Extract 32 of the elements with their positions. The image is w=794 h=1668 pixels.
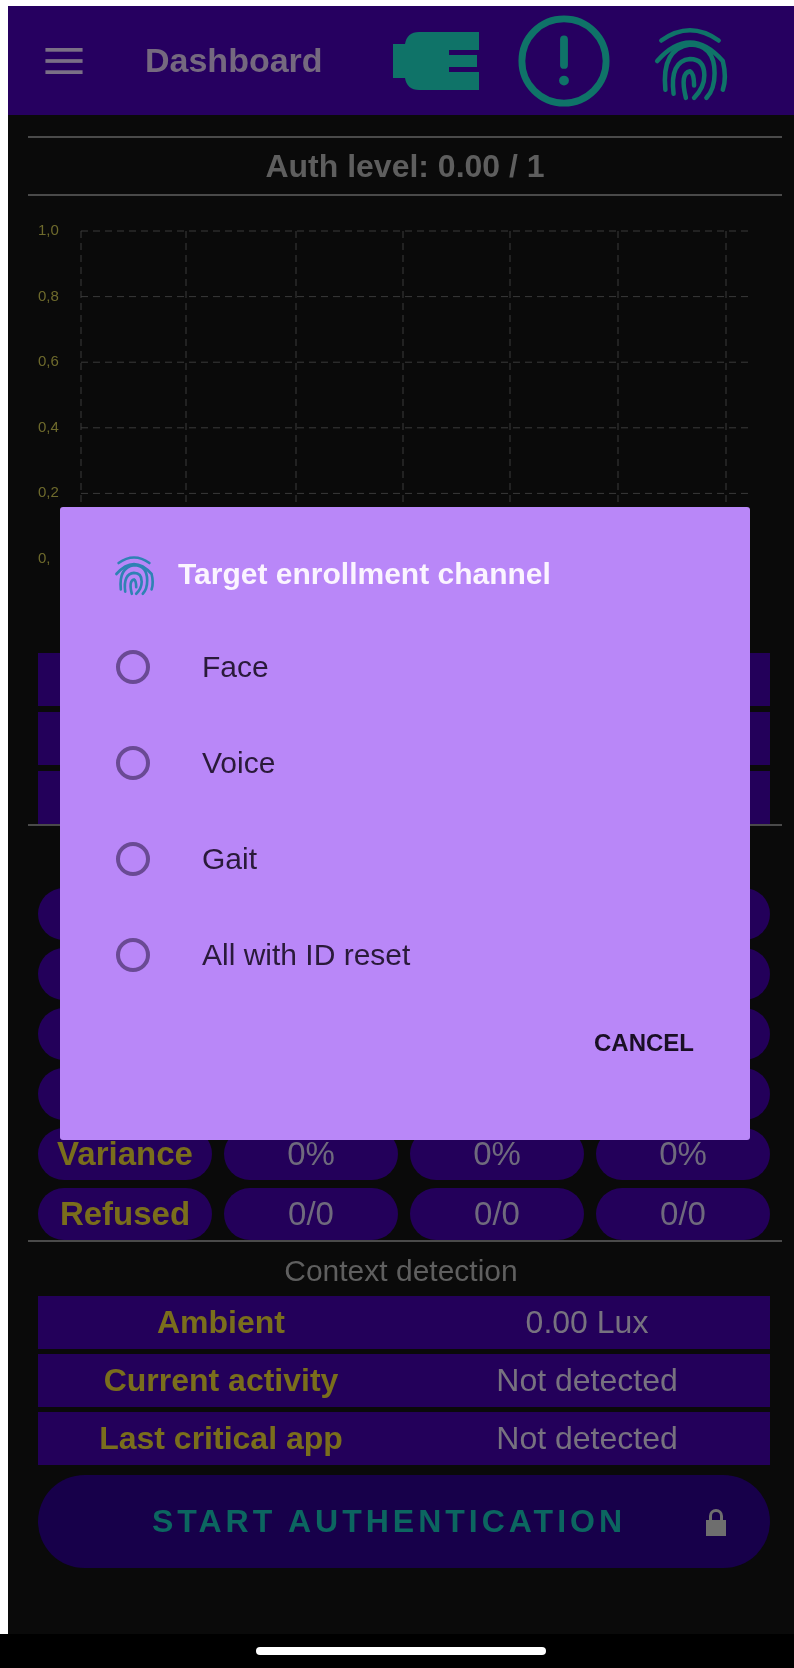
context-value: Not detected — [495, 1420, 679, 1457]
context-label: Ambient — [156, 1304, 286, 1341]
radio-button[interactable] — [116, 746, 150, 780]
stat-value: 0/0 — [224, 1188, 398, 1240]
stat-value: 0/0 — [410, 1188, 584, 1240]
auth-level-label: Auth level: 0.00 / 1 — [265, 147, 545, 185]
app-title: Dashboard — [145, 41, 324, 80]
radio-button[interactable] — [116, 842, 150, 876]
alert-icon[interactable] — [517, 13, 611, 108]
menu-icon[interactable] — [45, 47, 83, 74]
section-title: Context detection — [283, 1254, 519, 1288]
y-tick-label: 1,0 — [38, 220, 59, 238]
y-tick-label: 0,4 — [38, 417, 59, 435]
stat-value: 0/0 — [596, 1188, 770, 1240]
context-label: Last critical app — [98, 1420, 344, 1457]
cancel-button[interactable]: CANCEL — [588, 1021, 700, 1065]
context-value: 0.00 Lux — [524, 1304, 650, 1341]
y-tick-label: 0,8 — [38, 286, 59, 304]
y-tick-label: 0,2 — [38, 483, 59, 501]
option-label[interactable]: Face — [202, 650, 269, 684]
context-label: Current activity — [102, 1362, 340, 1399]
lock-icon — [704, 1506, 728, 1537]
option-label[interactable]: Gait — [202, 842, 258, 876]
radio-button[interactable] — [116, 650, 150, 684]
option-label[interactable]: All with ID reset — [202, 938, 411, 972]
dialog-title: Target enrollment channel — [178, 557, 551, 591]
y-tick-label: 0, — [38, 548, 51, 566]
stat-label: Refused — [38, 1188, 212, 1240]
radio-button[interactable] — [116, 938, 150, 972]
option-label[interactable]: Voice — [202, 746, 276, 780]
y-tick-label: 0,6 — [38, 352, 59, 370]
context-value: Not detected — [495, 1362, 679, 1399]
